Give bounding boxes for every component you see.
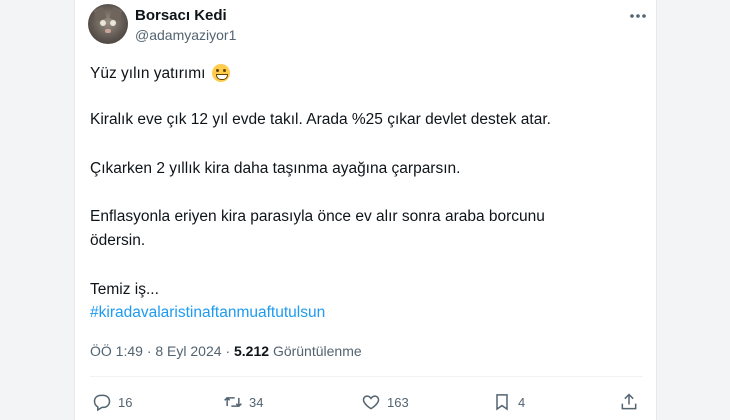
tweet-text-line1: Yüz yılın yatırımı [90,65,206,82]
tweet-paragraph-3: Çıkarken 2 yıllık kira daha taşınma ayağ… [90,160,461,177]
like-button[interactable]: 163 [361,391,409,413]
avatar[interactable] [88,4,128,44]
views-count: 5.212 [234,343,270,359]
share-button[interactable] [619,391,645,413]
tweet-time[interactable]: ÖÖ 1:49 [90,343,143,359]
reply-icon [93,394,111,412]
bookmark-icon [496,394,508,411]
repost-button[interactable]: 34 [223,391,263,413]
share-icon [621,393,637,410]
repost-icon [224,397,242,407]
views-label: Görüntülenme [272,343,362,359]
tweet-card: Borsacı Kedi @adamyaziyor1 Yüz yılın yat… [74,0,657,420]
grinning-face-emoji-icon [211,64,230,82]
tweet-meta: ÖÖ 1:49 · 8 Eyl 2024 · 5.212 Görüntülenm… [90,343,362,359]
reply-count: 16 [118,394,133,410]
repost-count: 34 [249,394,264,410]
author-name[interactable]: Borsacı Kedi [135,7,227,24]
divider [90,376,643,377]
bookmark-count: 4 [518,394,526,410]
reply-button[interactable]: 16 [92,391,132,413]
heart-icon [362,395,380,410]
more-options-icon[interactable] [628,8,648,24]
like-count: 163 [387,394,409,410]
tweet-paragraph-2: Kiralık eve çık 12 yıl evde takıl. Arada… [90,111,551,128]
meta-separator-2: · [225,343,231,359]
hashtag-link[interactable]: #kiradavalaristinaftanmuaftutulsun [90,302,325,324]
author-handle[interactable]: @adamyaziyor1 [135,27,236,43]
tweet-paragraph-4-line-2: ödersin. [90,232,146,249]
tweet-date[interactable]: 8 Eyl 2024 [155,343,221,359]
tweet-paragraph-5: Temiz iş... [90,281,159,298]
meta-separator: · [146,343,152,359]
bookmark-button[interactable]: 4 [492,391,525,413]
tweet-line-1: Yüz yılın yatırımı [90,63,230,85]
tweet-paragraph-4-line-1: Enflasyonla eriyen kira parasıyla önce e… [90,208,545,225]
